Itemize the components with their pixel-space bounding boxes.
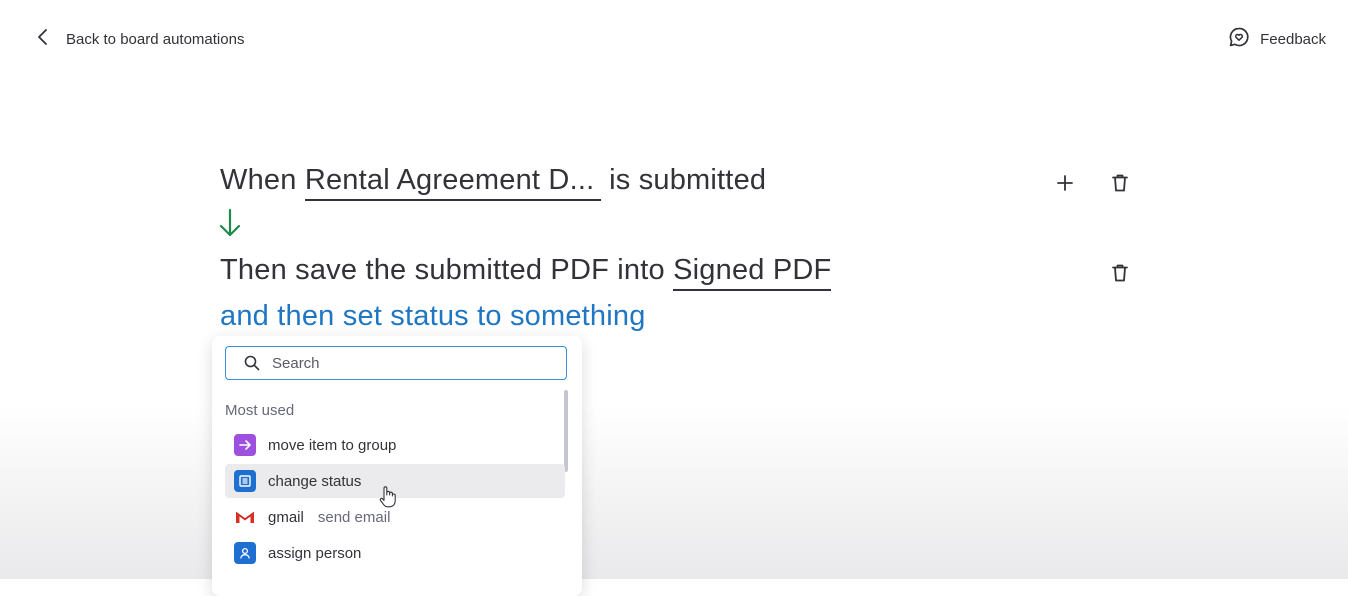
feedback-label: Feedback: [1260, 31, 1326, 48]
list-item-assign-person[interactable]: assign person: [225, 536, 565, 570]
add-followup-action[interactable]: and then set status to something: [220, 300, 646, 333]
delete-trigger-button[interactable]: [1106, 169, 1134, 197]
trigger-form-token[interactable]: Rental Agreement D...: [304, 164, 601, 201]
item-label: assign person: [268, 544, 362, 562]
delete-action-button[interactable]: [1106, 259, 1134, 287]
back-to-board-automations-link[interactable]: Back to board automations: [32, 26, 244, 53]
hand-pointer-cursor-icon: [378, 485, 398, 514]
action-sentence: Then save the submitted PDF into Signed …: [220, 254, 832, 291]
search-field[interactable]: [225, 346, 567, 380]
gmail-icon: [234, 506, 256, 528]
action-prefix: Then save the submitted PDF into: [220, 254, 665, 286]
action-picker-dropdown: Most used move item to group change stat…: [212, 336, 582, 596]
feedback-button[interactable]: Feedback: [1228, 26, 1326, 53]
item-label: move item to group: [268, 436, 397, 454]
status-column-icon: [234, 470, 256, 492]
search-icon: [244, 355, 260, 371]
back-label: Back to board automations: [66, 31, 245, 48]
list-item-move-item-to-group[interactable]: move item to group: [225, 428, 565, 462]
plus-icon: [1057, 175, 1073, 191]
trigger-sentence: When Rental Agreement D... is submitted: [220, 164, 766, 201]
feedback-icon: [1228, 26, 1250, 53]
add-step-button[interactable]: [1051, 169, 1079, 197]
down-arrow-icon: [218, 208, 242, 243]
arrow-right-icon: [234, 434, 256, 456]
section-title-most-used: Most used: [225, 402, 295, 419]
item-label: change status: [268, 472, 362, 490]
trash-icon: [1112, 264, 1128, 282]
search-input[interactable]: [270, 353, 544, 373]
trigger-suffix: is submitted: [609, 164, 767, 196]
person-icon: [234, 542, 256, 564]
top-bar: Back to board automations Feedback: [0, 0, 1348, 78]
trigger-prefix: When: [220, 164, 297, 196]
item-label: gmail: [268, 508, 304, 526]
action-column-token[interactable]: Signed PDF: [673, 254, 832, 291]
chevron-left-icon: [32, 26, 54, 53]
trash-icon: [1112, 174, 1128, 192]
